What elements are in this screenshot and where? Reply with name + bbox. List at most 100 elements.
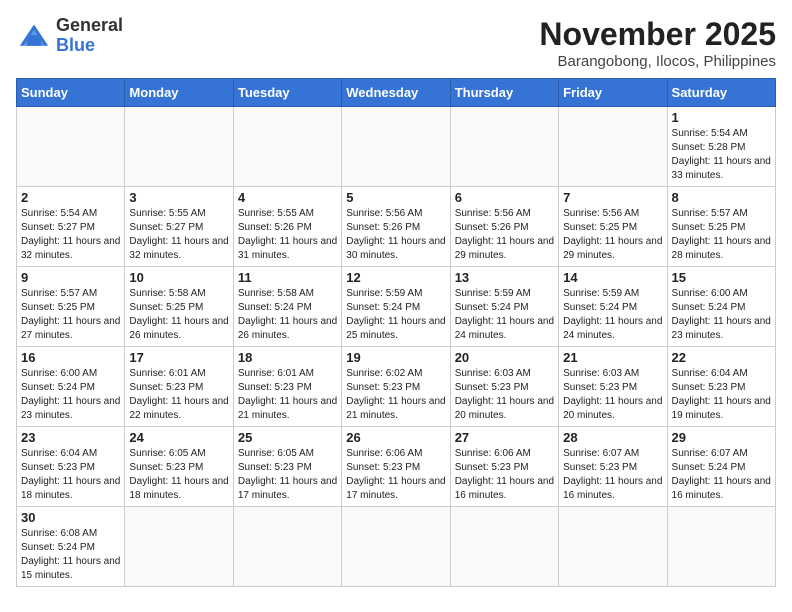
- day-number: 1: [672, 110, 771, 125]
- day-info: Sunrise: 6:00 AMSunset: 5:24 PMDaylight:…: [672, 287, 771, 343]
- day-info: Sunrise: 5:59 AMSunset: 5:24 PMDaylight:…: [563, 287, 662, 343]
- logo-icon: [16, 21, 52, 51]
- table-row: [125, 107, 233, 187]
- day-info: Sunrise: 6:01 AMSunset: 5:23 PMDaylight:…: [238, 367, 337, 423]
- col-wednesday: Wednesday: [342, 79, 450, 107]
- day-info: Sunrise: 6:06 AMSunset: 5:23 PMDaylight:…: [455, 447, 554, 503]
- table-row: 3Sunrise: 5:55 AMSunset: 5:27 PMDaylight…: [125, 187, 233, 267]
- table-row: 5 Sunrise: 5:56 AMSunset: 5:26 PMDaylight…: [342, 187, 450, 267]
- day-number: 27: [455, 430, 554, 445]
- table-row: [559, 507, 667, 587]
- day-info: Sunrise: 6:05 AMSunset: 5:23 PMDaylight:…: [238, 447, 337, 503]
- day-number: 21: [563, 350, 662, 365]
- col-monday: Monday: [125, 79, 233, 107]
- calendar-header-row: Sunday Monday Tuesday Wednesday Thursday…: [17, 79, 776, 107]
- day-info: Sunrise: 6:06 AMSunset: 5:23 PMDaylight:…: [346, 447, 445, 503]
- location: Barangobong, Ilocos, Philippines: [539, 53, 776, 70]
- day-info: Sunrise: 6:03 AMSunset: 5:23 PMDaylight:…: [563, 367, 662, 423]
- day-number: 26: [346, 430, 445, 445]
- table-row: 17 Sunrise: 6:01 AMSunset: 5:23 PMDayligh…: [125, 347, 233, 427]
- day-info: Sunrise: 5:57 AMSunset: 5:25 PMDaylight:…: [672, 207, 771, 263]
- day-number: 5: [346, 190, 445, 205]
- day-number: 16: [21, 350, 120, 365]
- table-row: 27 Sunrise: 6:06 AMSunset: 5:23 PMDayligh…: [450, 427, 558, 507]
- day-number: 28: [563, 430, 662, 445]
- title-block: November 2025 Barangobong, Ilocos, Phili…: [539, 16, 776, 70]
- table-row: 26 Sunrise: 6:06 AMSunset: 5:23 PMDayligh…: [342, 427, 450, 507]
- day-number: 25: [238, 430, 337, 445]
- table-row: 8Sunrise: 5:57 AMSunset: 5:25 PMDaylight…: [667, 187, 775, 267]
- day-number: 24: [129, 430, 228, 445]
- table-row: 6Sunrise: 5:56 AMSunset: 5:26 PMDaylight…: [450, 187, 558, 267]
- day-info: Sunrise: 5:54 AMSunset: 5:27 PMDaylight:…: [21, 207, 120, 263]
- table-row: 4 Sunrise: 5:55 AMSunset: 5:26 PMDaylight…: [233, 187, 341, 267]
- table-row: 13Sunrise: 5:59 AMSunset: 5:24 PMDayligh…: [450, 267, 558, 347]
- day-info: Sunrise: 5:57 AMSunset: 5:25 PMDaylight:…: [21, 287, 120, 343]
- col-saturday: Saturday: [667, 79, 775, 107]
- table-row: [559, 107, 667, 187]
- col-sunday: Sunday: [17, 79, 125, 107]
- day-number: 12: [346, 270, 445, 285]
- day-info: Sunrise: 5:58 AMSunset: 5:24 PMDaylight:…: [238, 287, 337, 343]
- day-number: 22: [672, 350, 771, 365]
- day-info: Sunrise: 6:07 AMSunset: 5:24 PMDaylight:…: [672, 447, 771, 503]
- day-info: Sunrise: 6:00 AMSunset: 5:24 PMDaylight:…: [21, 367, 120, 423]
- day-number: 4: [238, 190, 337, 205]
- day-info: Sunrise: 6:08 AMSunset: 5:24 PMDaylight:…: [21, 527, 120, 583]
- table-row: [342, 507, 450, 587]
- day-info: Sunrise: 6:04 AMSunset: 5:23 PMDaylight:…: [672, 367, 771, 423]
- table-row: [125, 507, 233, 587]
- logo: General Blue: [16, 16, 123, 56]
- table-row: 9 Sunrise: 5:57 AMSunset: 5:25 PMDaylight…: [17, 267, 125, 347]
- table-row: [17, 107, 125, 187]
- day-number: 3: [129, 190, 228, 205]
- table-row: 7 Sunrise: 5:56 AMSunset: 5:25 PMDaylight…: [559, 187, 667, 267]
- day-number: 6: [455, 190, 554, 205]
- day-number: 14: [563, 270, 662, 285]
- table-row: [342, 107, 450, 187]
- day-number: 11: [238, 270, 337, 285]
- day-number: 15: [672, 270, 771, 285]
- col-friday: Friday: [559, 79, 667, 107]
- day-info: Sunrise: 5:59 AMSunset: 5:24 PMDaylight:…: [346, 287, 445, 343]
- month-title: November 2025: [539, 16, 776, 53]
- table-row: 11 Sunrise: 5:58 AMSunset: 5:24 PMDayligh…: [233, 267, 341, 347]
- day-info: Sunrise: 6:01 AMSunset: 5:23 PMDaylight:…: [129, 367, 228, 423]
- table-row: 14 Sunrise: 5:59 AMSunset: 5:24 PMDayligh…: [559, 267, 667, 347]
- day-number: 23: [21, 430, 120, 445]
- table-row: [233, 107, 341, 187]
- day-info: Sunrise: 5:54 AMSunset: 5:28 PMDaylight:…: [672, 127, 771, 183]
- table-row: 21 Sunrise: 6:03 AMSunset: 5:23 PMDayligh…: [559, 347, 667, 427]
- day-info: Sunrise: 6:04 AMSunset: 5:23 PMDaylight:…: [21, 447, 120, 503]
- day-number: 17: [129, 350, 228, 365]
- table-row: [450, 507, 558, 587]
- col-tuesday: Tuesday: [233, 79, 341, 107]
- day-info: Sunrise: 6:07 AMSunset: 5:23 PMDaylight:…: [563, 447, 662, 503]
- day-info: Sunrise: 5:56 AMSunset: 5:26 PMDaylight:…: [346, 207, 445, 263]
- col-thursday: Thursday: [450, 79, 558, 107]
- table-row: 18Sunrise: 6:01 AMSunset: 5:23 PMDayligh…: [233, 347, 341, 427]
- logo-text: General Blue: [56, 16, 123, 56]
- table-row: 29Sunrise: 6:07 AMSunset: 5:24 PMDayligh…: [667, 427, 775, 507]
- table-row: 24 Sunrise: 6:05 AMSunset: 5:23 PMDayligh…: [125, 427, 233, 507]
- table-row: 15 Sunrise: 6:00 AMSunset: 5:24 PMDayligh…: [667, 267, 775, 347]
- day-number: 10: [129, 270, 228, 285]
- table-row: 20Sunrise: 6:03 AMSunset: 5:23 PMDayligh…: [450, 347, 558, 427]
- table-row: [233, 507, 341, 587]
- table-row: 10Sunrise: 5:58 AMSunset: 5:25 PMDayligh…: [125, 267, 233, 347]
- day-number: 9: [21, 270, 120, 285]
- day-info: Sunrise: 6:05 AMSunset: 5:23 PMDaylight:…: [129, 447, 228, 503]
- day-number: 13: [455, 270, 554, 285]
- table-row: 12 Sunrise: 5:59 AMSunset: 5:24 PMDayligh…: [342, 267, 450, 347]
- day-number: 7: [563, 190, 662, 205]
- day-info: Sunrise: 6:02 AMSunset: 5:23 PMDaylight:…: [346, 367, 445, 423]
- day-info: Sunrise: 5:55 AMSunset: 5:26 PMDaylight:…: [238, 207, 337, 263]
- table-row: [450, 107, 558, 187]
- day-info: Sunrise: 5:56 AMSunset: 5:25 PMDaylight:…: [563, 207, 662, 263]
- table-row: 19 Sunrise: 6:02 AMSunset: 5:23 PMDayligh…: [342, 347, 450, 427]
- day-info: Sunrise: 6:03 AMSunset: 5:23 PMDaylight:…: [455, 367, 554, 423]
- table-row: 16 Sunrise: 6:00 AMSunset: 5:24 PMDayligh…: [17, 347, 125, 427]
- table-row: 25 Sunrise: 6:05 AMSunset: 5:23 PMDayligh…: [233, 427, 341, 507]
- page-header: General Blue November 2025 Barangobong, …: [16, 16, 776, 70]
- day-number: 19: [346, 350, 445, 365]
